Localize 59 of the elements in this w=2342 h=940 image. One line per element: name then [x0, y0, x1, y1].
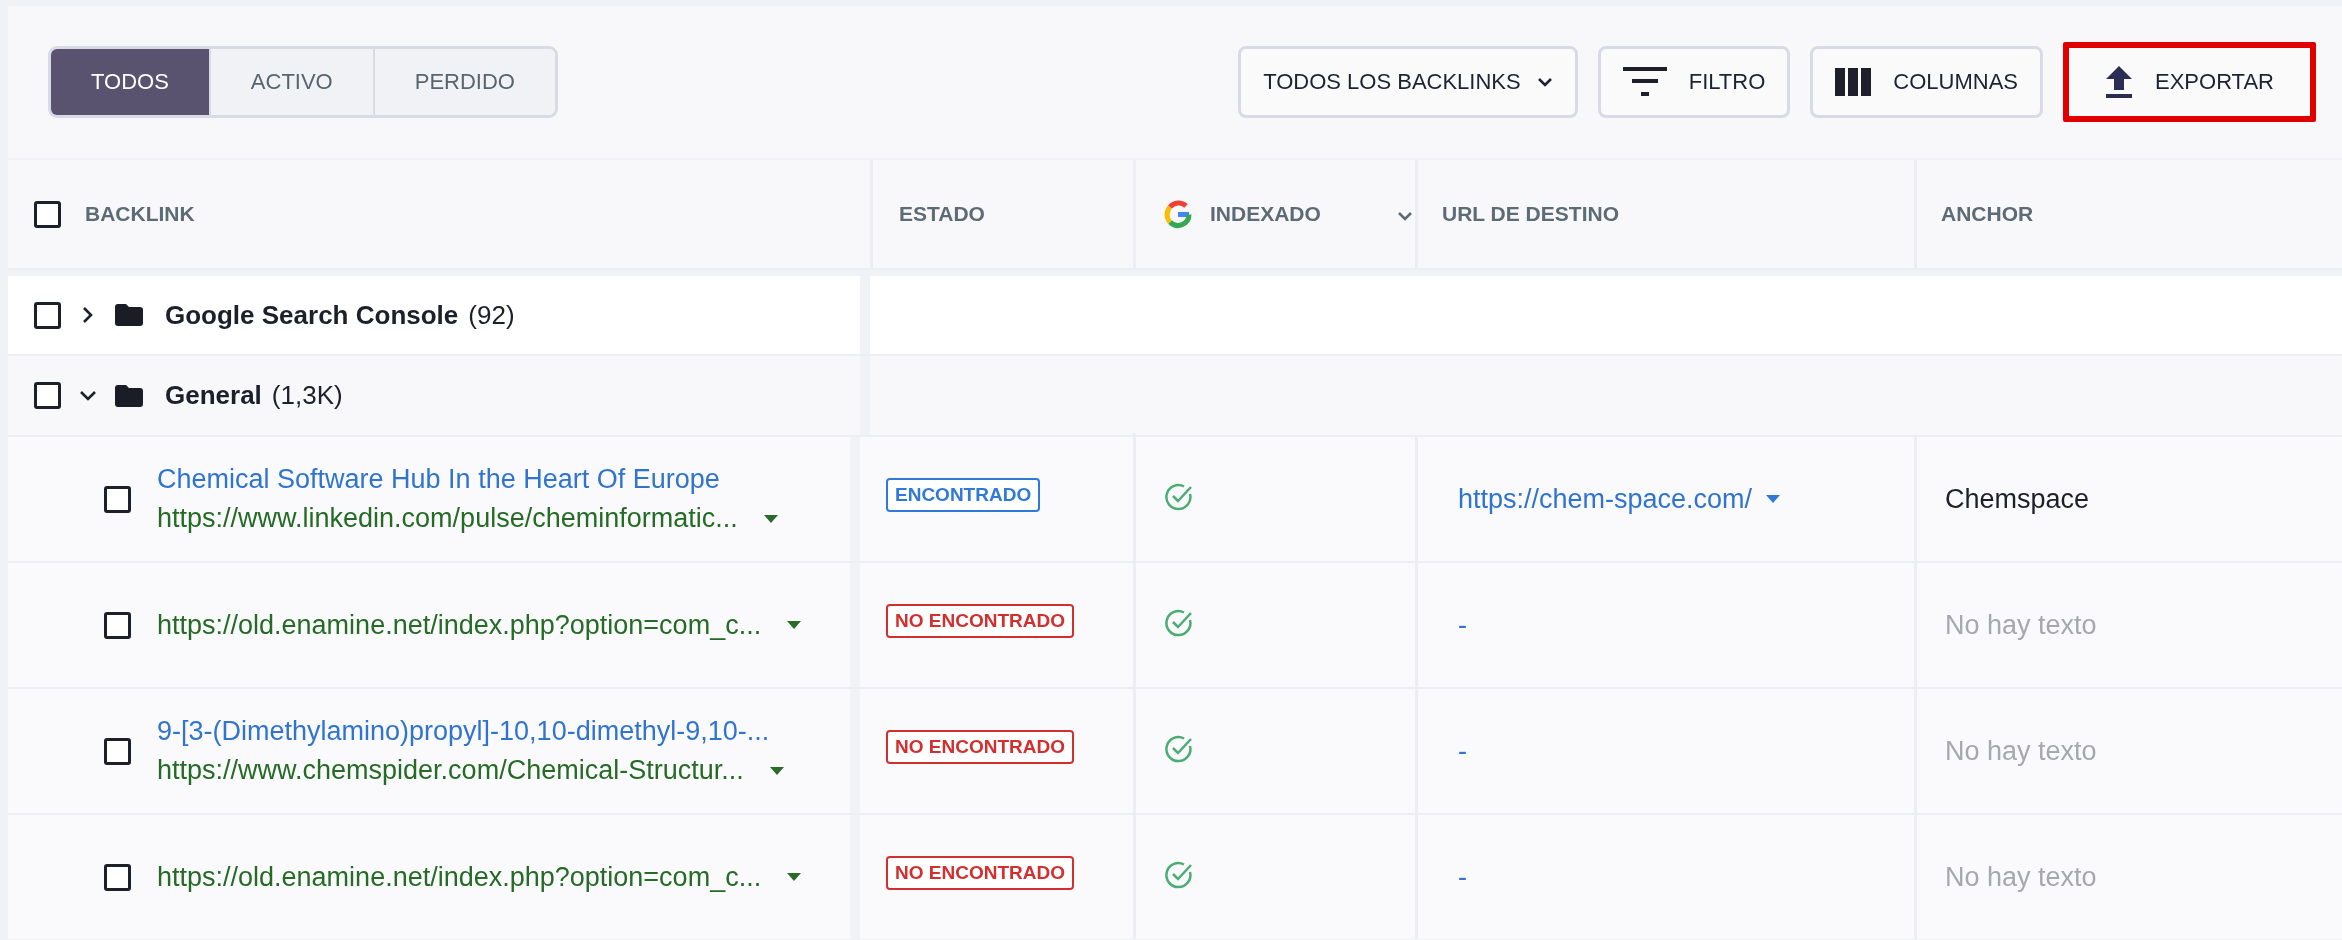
- column-header: ESTADO: [899, 202, 985, 226]
- export-button[interactable]: EXPORTAR: [2063, 42, 2316, 122]
- caret-icon[interactable]: [1766, 495, 1781, 503]
- target-url[interactable]: -: [1458, 735, 1467, 767]
- google-icon: [1162, 198, 1194, 230]
- backlink-title[interactable]: 9-[3-(Dimethylamino)propyl]-10,10-dimethyl-9,10-...: [157, 716, 784, 747]
- status-badge: NO ENCONTRADO: [886, 856, 1074, 890]
- chevron-down-icon: [1397, 211, 1413, 221]
- backlink-url[interactable]: https://www.chemspider.com/Chemical-Structur...: [157, 755, 744, 786]
- checkbox[interactable]: [104, 863, 131, 891]
- status-badge: NO ENCONTRADO: [886, 730, 1074, 764]
- checkbox[interactable]: [104, 485, 131, 513]
- backlink-url[interactable]: https://old.enamine.net/index.php?option=com_c...: [157, 609, 762, 641]
- backlink-url[interactable]: https://www.linkedin.com/pulse/cheminformatic...: [157, 503, 738, 534]
- filter-tab[interactable]: PERDIDO: [372, 49, 555, 115]
- filter-tab[interactable]: TODOS: [51, 49, 209, 115]
- column-header: URL DE DESTINO: [1442, 202, 1619, 226]
- checkbox[interactable]: [34, 382, 61, 409]
- folder-icon: [115, 384, 143, 407]
- group-name[interactable]: Google Search Console: [165, 299, 459, 331]
- columns-icon: [1835, 68, 1872, 96]
- caret-icon[interactable]: [769, 766, 784, 775]
- folder-icon: [115, 304, 143, 326]
- columns-button[interactable]: COLUMNAS: [1810, 46, 2043, 118]
- filter-button[interactable]: FILTRO: [1597, 46, 1791, 118]
- column-header: INDEXADO: [1210, 202, 1321, 226]
- target-url[interactable]: -: [1458, 609, 1467, 641]
- group-count: (1,3K): [271, 380, 343, 411]
- check-circle-icon: [1164, 860, 1194, 890]
- column-header: BACKLINK: [85, 202, 195, 226]
- chevron-down-icon[interactable]: [79, 389, 97, 402]
- status-badge: NO ENCONTRADO: [886, 604, 1074, 638]
- anchor-text: No hay texto: [1945, 609, 2097, 641]
- group-count: (92): [468, 299, 515, 331]
- group-name[interactable]: General: [165, 380, 262, 411]
- checkbox[interactable]: [34, 200, 61, 228]
- checkbox[interactable]: [104, 737, 131, 765]
- caret-icon[interactable]: [763, 514, 778, 523]
- anchor-text: No hay texto: [1945, 735, 2097, 767]
- caret-icon[interactable]: [787, 873, 802, 881]
- check-circle-icon: [1164, 734, 1194, 764]
- status-badge: ENCONTRADO: [886, 478, 1041, 512]
- checkbox[interactable]: [104, 611, 131, 639]
- checkbox[interactable]: [34, 301, 61, 329]
- target-url[interactable]: https://chem-space.com/: [1458, 483, 1753, 515]
- backlinks-dropdown[interactable]: TODOS LOS BACKLINKS: [1238, 46, 1578, 118]
- backlink-title[interactable]: Chemical Software Hub In the Heart Of Europe: [157, 464, 778, 495]
- upload-icon: [2105, 66, 2133, 98]
- column-header: ANCHOR: [1941, 202, 2034, 226]
- filter-icon: [1622, 67, 1667, 97]
- backlink-url[interactable]: https://old.enamine.net/index.php?option=com_c...: [157, 861, 762, 893]
- check-circle-icon: [1164, 608, 1194, 638]
- caret-icon[interactable]: [787, 621, 802, 629]
- anchor-text: No hay texto: [1945, 861, 2097, 893]
- target-url[interactable]: -: [1458, 861, 1467, 893]
- chevron-down-icon: [1536, 77, 1553, 87]
- anchor-text: Chemspace: [1945, 483, 2090, 515]
- chevron-right-icon[interactable]: [82, 306, 94, 324]
- check-circle-icon: [1164, 482, 1194, 512]
